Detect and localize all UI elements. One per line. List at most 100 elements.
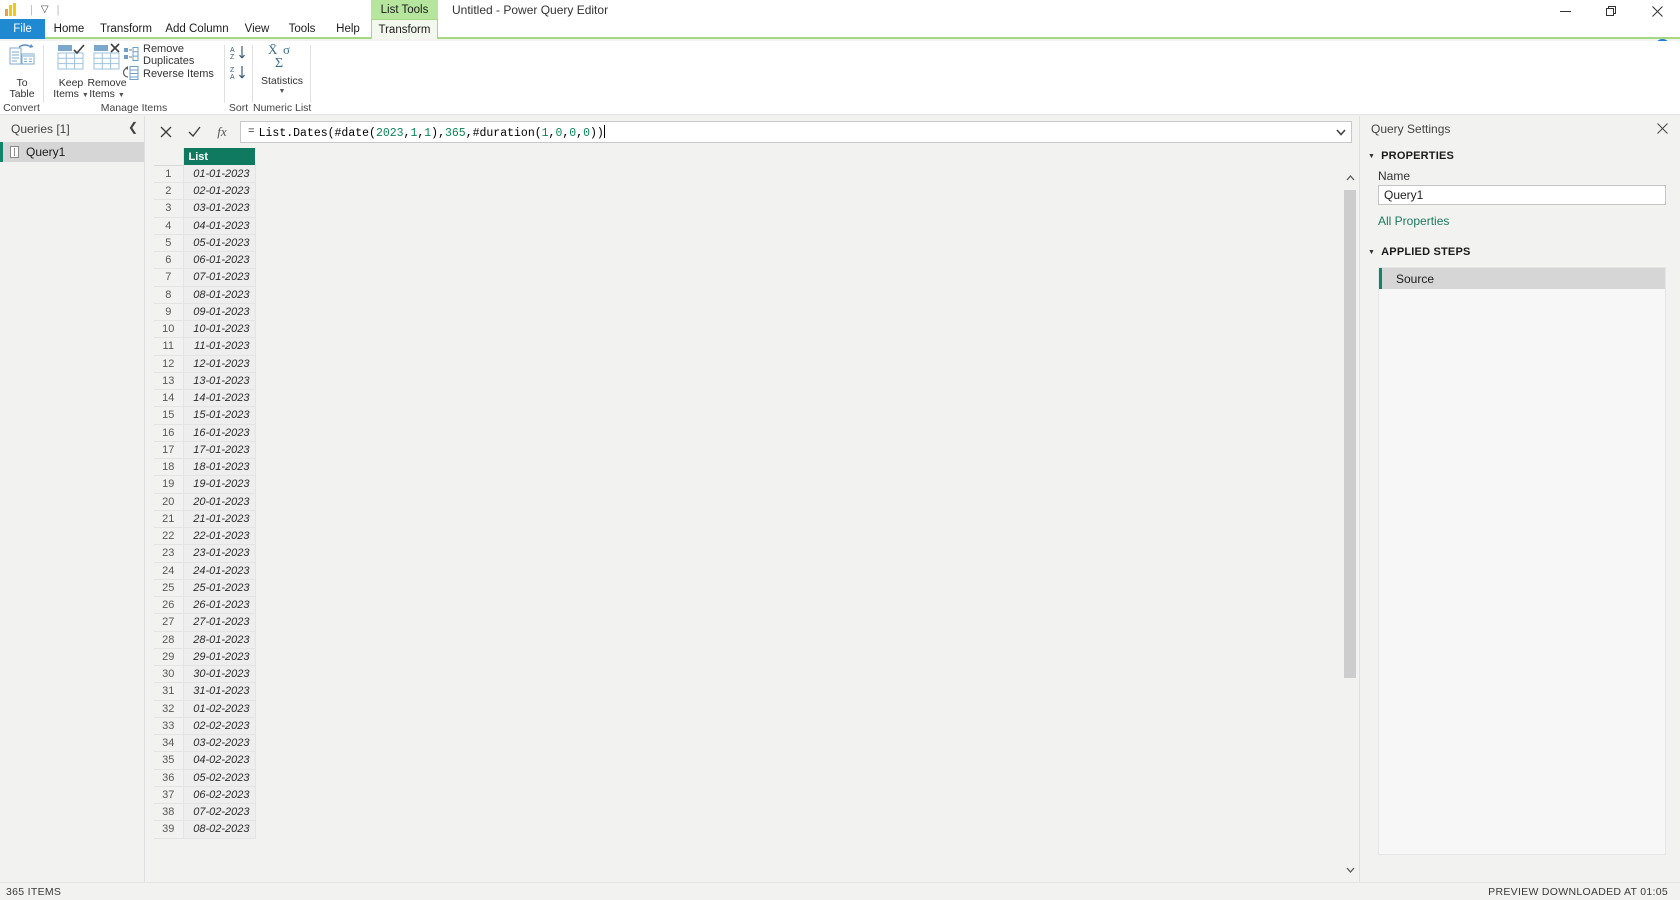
close-icon[interactable]	[1657, 122, 1668, 136]
table-row[interactable]: 27 27-01-2023	[154, 613, 256, 632]
table-row[interactable]: 21 21-01-2023	[154, 510, 256, 529]
formula-input[interactable]: = List.Dates(#date(2023,1,1),365,#durati…	[240, 121, 1352, 143]
table-row[interactable]: 13 13-01-2023	[154, 372, 256, 391]
list-value-cell[interactable]: 07-02-2023	[183, 803, 256, 822]
chevron-left-icon[interactable]: ❮	[128, 120, 138, 134]
reverse-items-button[interactable]: Reverse Items	[122, 65, 217, 83]
list-value-cell[interactable]: 23-01-2023	[183, 544, 256, 563]
list-value-cell[interactable]: 08-02-2023	[183, 820, 256, 839]
statistics-button[interactable]: X̄ σ Σ Statistics ▼	[257, 42, 307, 95]
list-value-cell[interactable]: 04-01-2023	[183, 217, 256, 235]
list-value-cell[interactable]: 03-02-2023	[183, 734, 256, 753]
table-row[interactable]: 3 03-01-2023	[154, 199, 256, 218]
scroll-down-icon[interactable]	[1342, 862, 1358, 878]
scrollbar-thumb[interactable]	[1344, 190, 1356, 678]
table-row[interactable]: 1 01-01-2023	[154, 165, 256, 184]
table-row[interactable]: 30 30-01-2023	[154, 665, 256, 684]
table-row[interactable]: 7 07-01-2023	[154, 268, 256, 287]
tab-transform-list-tools[interactable]: Transform	[371, 19, 438, 39]
list-value-cell[interactable]: 13-01-2023	[183, 372, 256, 391]
list-value-cell[interactable]: 20-01-2023	[183, 493, 256, 511]
table-row[interactable]: 25 25-01-2023	[154, 579, 256, 598]
list-value-cell[interactable]: 03-01-2023	[183, 199, 256, 218]
list-value-cell[interactable]: 02-02-2023	[183, 717, 256, 736]
table-row[interactable]: 17 17-01-2023	[154, 441, 256, 460]
list-value-cell[interactable]: 18-01-2023	[183, 458, 256, 477]
list-value-cell[interactable]: 11-01-2023	[183, 337, 256, 356]
tab-view[interactable]: View	[235, 19, 279, 39]
table-row[interactable]: 34 03-02-2023	[154, 734, 256, 753]
customize-qat-icon[interactable]: ▽	[37, 0, 53, 20]
list-value-cell[interactable]: 14-01-2023	[183, 389, 256, 408]
list-value-cell[interactable]: 04-02-2023	[183, 751, 256, 770]
list-value-cell[interactable]: 27-01-2023	[183, 613, 256, 632]
cancel-x-icon[interactable]	[152, 120, 180, 144]
query-list-item-query1[interactable]: Query1	[0, 142, 144, 162]
table-row[interactable]: 11 11-01-2023	[154, 337, 256, 356]
tab-tools[interactable]: Tools	[279, 19, 325, 39]
grid-vertical-scrollbar[interactable]	[1342, 170, 1358, 878]
table-row[interactable]: 19 19-01-2023	[154, 475, 256, 494]
list-value-cell[interactable]: 17-01-2023	[183, 441, 256, 460]
table-row[interactable]: 32 01-02-2023	[154, 700, 256, 718]
table-row[interactable]: 5 05-01-2023	[154, 234, 256, 253]
list-value-cell[interactable]: 31-01-2023	[183, 682, 256, 701]
table-row[interactable]: 16 16-01-2023	[154, 424, 256, 442]
table-row[interactable]: 15 15-01-2023	[154, 406, 256, 425]
list-value-cell[interactable]: 01-02-2023	[183, 700, 256, 718]
list-value-cell[interactable]: 24-01-2023	[183, 562, 256, 580]
list-value-cell[interactable]: 25-01-2023	[183, 579, 256, 598]
tab-add-column[interactable]: Add Column	[159, 19, 235, 39]
remove-duplicates-button[interactable]: Remove Duplicates	[123, 43, 224, 67]
accept-check-icon[interactable]	[180, 120, 208, 144]
list-value-cell[interactable]: 09-01-2023	[183, 303, 256, 322]
table-row[interactable]: 12 12-01-2023	[154, 355, 256, 373]
table-row[interactable]: 10 10-01-2023	[154, 320, 256, 339]
table-row[interactable]: 6 06-01-2023	[154, 251, 256, 270]
list-value-cell[interactable]: 29-01-2023	[183, 648, 256, 667]
list-value-cell[interactable]: 07-01-2023	[183, 268, 256, 287]
fx-icon[interactable]: fx	[208, 120, 236, 144]
table-row[interactable]: 2 02-01-2023	[154, 182, 256, 201]
table-row[interactable]: 22 22-01-2023	[154, 527, 256, 546]
list-value-cell[interactable]: 10-01-2023	[183, 320, 256, 339]
list-value-cell[interactable]: 02-01-2023	[183, 182, 256, 201]
list-value-cell[interactable]: 22-01-2023	[183, 527, 256, 546]
list-value-cell[interactable]: 19-01-2023	[183, 475, 256, 494]
table-row[interactable]: 35 04-02-2023	[154, 751, 256, 770]
list-value-cell[interactable]: 05-02-2023	[183, 769, 256, 787]
table-row[interactable]: 24 24-01-2023	[154, 562, 256, 580]
tab-help[interactable]: Help	[325, 19, 371, 39]
scroll-up-icon[interactable]	[1342, 170, 1358, 186]
chevron-down-icon[interactable]	[1331, 122, 1351, 142]
grid-column-header-list[interactable]: List	[183, 148, 255, 166]
table-row[interactable]: 29 29-01-2023	[154, 648, 256, 667]
list-value-cell[interactable]: 30-01-2023	[183, 665, 256, 684]
table-row[interactable]: 39 08-02-2023	[154, 820, 256, 839]
list-value-cell[interactable]: 05-01-2023	[183, 234, 256, 253]
table-row[interactable]: 36 05-02-2023	[154, 769, 256, 787]
tab-transform[interactable]: Transform	[93, 19, 159, 39]
list-value-cell[interactable]: 08-01-2023	[183, 286, 256, 304]
sort-descending-button[interactable]: Z A	[230, 65, 250, 83]
to-table-button[interactable]: To Table	[0, 43, 45, 100]
table-row[interactable]: 33 02-02-2023	[154, 717, 256, 736]
list-value-cell[interactable]: 26-01-2023	[183, 596, 256, 615]
list-value-cell[interactable]: 16-01-2023	[183, 424, 256, 442]
properties-section-header[interactable]: ▼ PROPERTIES	[1360, 142, 1680, 165]
table-row[interactable]: 38 07-02-2023	[154, 803, 256, 822]
list-value-cell[interactable]: 28-01-2023	[183, 631, 256, 649]
all-properties-link[interactable]: All Properties	[1360, 205, 1680, 228]
table-row[interactable]: 9 09-01-2023	[154, 303, 256, 322]
applied-steps-section-header[interactable]: ▼ APPLIED STEPS	[1360, 228, 1680, 261]
tab-file[interactable]: File	[0, 19, 45, 39]
table-row[interactable]: 23 23-01-2023	[154, 544, 256, 563]
table-row[interactable]: 4 04-01-2023	[154, 217, 256, 235]
table-row[interactable]: 37 06-02-2023	[154, 786, 256, 805]
tab-home[interactable]: Home	[45, 19, 93, 39]
table-row[interactable]: 28 28-01-2023	[154, 631, 256, 649]
table-row[interactable]: 14 14-01-2023	[154, 389, 256, 408]
list-value-cell[interactable]: 06-02-2023	[183, 786, 256, 805]
list-value-cell[interactable]: 12-01-2023	[183, 355, 256, 373]
applied-step-source[interactable]: Source	[1379, 268, 1665, 289]
